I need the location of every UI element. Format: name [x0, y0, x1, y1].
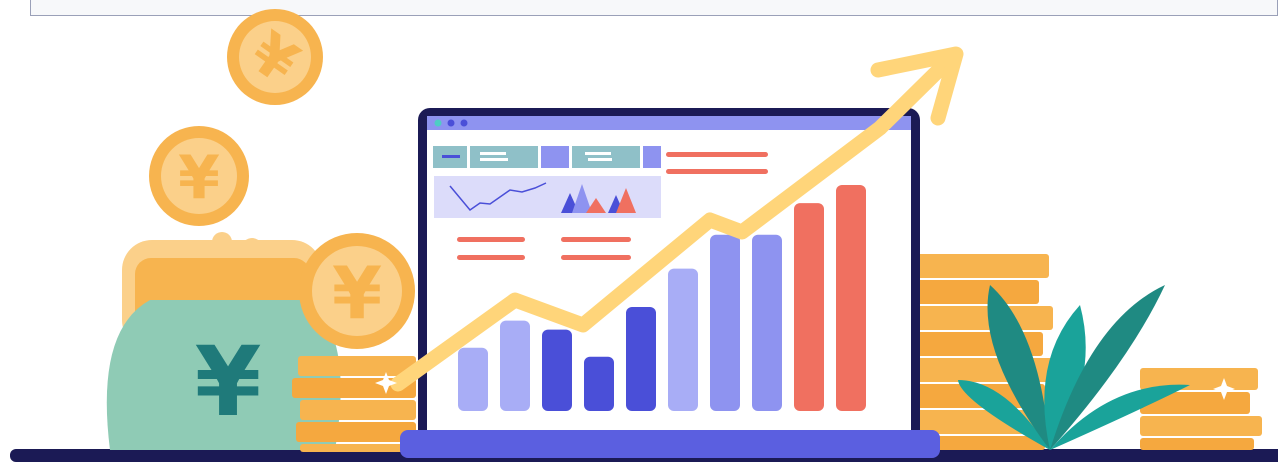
coin-icon: ¥ [149, 126, 249, 226]
chart-bar [668, 268, 698, 411]
svg-text:¥: ¥ [332, 251, 382, 335]
chart-bar [794, 203, 824, 411]
laptop-base [400, 430, 940, 458]
purse-currency-symbol: ¥ [195, 326, 262, 438]
finance-growth-illustration: ¥ ¥ ¥ ¥ [10, 9, 1278, 462]
chart-bar [542, 329, 572, 411]
chart-bar [584, 356, 614, 411]
chart-bar [836, 185, 866, 411]
svg-text:¥: ¥ [178, 143, 220, 213]
chart-bar [710, 234, 740, 411]
coin-stack-left [292, 356, 416, 452]
chart-bar [752, 234, 782, 411]
laptop [400, 108, 940, 458]
chart-bar [500, 320, 530, 411]
coin-icon: ¥ [299, 233, 415, 349]
coin-icon: ¥ [227, 9, 323, 105]
chart-bar [458, 347, 488, 411]
chart-bar [626, 307, 656, 411]
window-titlebar [427, 116, 911, 130]
